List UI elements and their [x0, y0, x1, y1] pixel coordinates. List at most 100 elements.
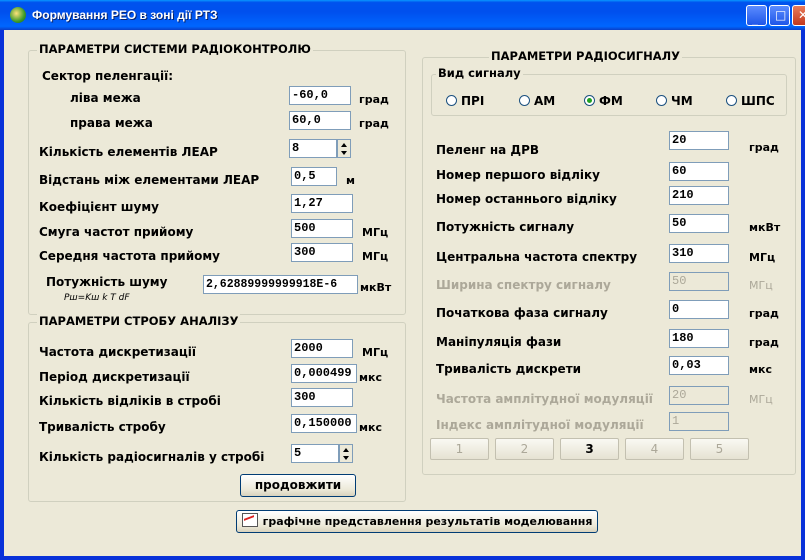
- radio-signals-count-spinner[interactable]: [339, 444, 353, 463]
- spectrum-width-unit: МГц: [749, 279, 773, 292]
- signal-3-button[interactable]: 3: [560, 438, 619, 460]
- radio-chm-dot: [656, 95, 667, 106]
- am-index-label: Індекс амплітудної модуляції: [436, 418, 644, 432]
- am-index-input[interactable]: 1: [669, 412, 729, 431]
- phase-manipulation-input[interactable]: 180: [669, 329, 729, 348]
- discrete-duration-unit: мкс: [749, 363, 772, 376]
- right-limit-label: права межа: [70, 116, 153, 130]
- signal-type-fm[interactable]: ФМ: [584, 94, 623, 108]
- radio-signal-group: ПАРАМЕТРИ РАДІОСИГНАЛУ: [422, 49, 796, 475]
- receive-band-unit: МГц: [362, 226, 389, 239]
- sampling-period-label: Період дискретизації: [39, 370, 190, 384]
- discrete-duration-label: Тривалість дискрети: [436, 362, 582, 376]
- radio-control-group-title: ПАРАМЕТРИ СИСТЕМИ РАДІОКОНТРОЛЮ: [37, 42, 313, 56]
- signal-type-am[interactable]: АМ: [519, 94, 555, 108]
- radio-am-dot: [519, 95, 530, 106]
- signal-type-chm-label: ЧМ: [671, 94, 693, 108]
- sampling-period-input[interactable]: 0,000499: [291, 364, 357, 383]
- app-icon: [10, 7, 26, 23]
- first-sample-label: Номер першого відліку: [436, 168, 600, 182]
- window-title: Формування РЕО в зоні дії РТЗ: [32, 8, 218, 22]
- sampling-freq-input[interactable]: 2000: [291, 339, 353, 358]
- center-freq-input[interactable]: 300: [291, 243, 353, 262]
- initial-phase-label: Початкова фаза сигналу: [436, 306, 608, 320]
- last-sample-input[interactable]: 210: [669, 186, 729, 205]
- strobe-samples-label: Кількість відліків в стробі: [39, 394, 221, 408]
- signal-1-button[interactable]: 1: [430, 438, 489, 460]
- close-icon: ✕: [798, 8, 805, 22]
- am-freq-unit: МГц: [749, 393, 773, 406]
- strobe-duration-label: Тривалість стробу: [39, 420, 166, 434]
- graph-results-label: графічне представлення результатів модел…: [262, 515, 593, 528]
- minimize-icon: _: [752, 12, 758, 26]
- strobe-group-title: ПАРАМЕТРИ СТРОБУ АНАЛІЗУ: [37, 314, 241, 328]
- first-sample-input[interactable]: 60: [669, 162, 729, 181]
- sampling-period-unit: мкс: [359, 371, 382, 384]
- initial-phase-input[interactable]: 0: [669, 300, 729, 319]
- title-bar[interactable]: Формування РЕО в зоні дії РТЗ _ □ ✕: [0, 0, 805, 30]
- bearing-input[interactable]: 20: [669, 131, 729, 150]
- spectrum-width-label: Ширина спектру сигналу: [436, 278, 611, 292]
- phase-manipulation-label: Маніпуляція фази: [436, 335, 562, 349]
- signal-power-unit: мкВт: [749, 221, 781, 234]
- elements-count-label: Кількість елементів ЛЕАР: [39, 145, 218, 159]
- main-window: Формування РЕО в зоні дії РТЗ _ □ ✕ ПАРА…: [0, 0, 805, 560]
- elements-count-input[interactable]: 8: [289, 139, 337, 158]
- receive-band-label: Смуга частот прийому: [39, 225, 194, 239]
- am-freq-label: Частота амплітудної модуляції: [436, 392, 653, 406]
- noise-power-label: Потужність шуму: [46, 275, 168, 289]
- radio-signal-group-title: ПАРАМЕТРИ РАДІОСИГНАЛУ: [489, 49, 683, 63]
- noise-coef-label: Коефіцієнт шуму: [39, 200, 159, 214]
- bearing-label: Пеленг на ДРВ: [436, 143, 540, 157]
- elements-distance-input[interactable]: 0,5: [291, 167, 337, 186]
- sampling-freq-unit: МГц: [362, 346, 389, 359]
- signal-type-chm[interactable]: ЧМ: [656, 94, 693, 108]
- left-limit-label: ліва межа: [70, 91, 141, 105]
- radio-signals-count-label: Кількість радіосигналів у стробі: [39, 450, 265, 464]
- chart-icon: [241, 513, 258, 527]
- close-button[interactable]: ✕: [792, 5, 805, 26]
- signal-2-button[interactable]: 2: [495, 438, 554, 460]
- graph-results-button[interactable]: графічне представлення результатів модел…: [236, 510, 598, 533]
- signal-type-pri-label: ПРІ: [461, 94, 485, 108]
- signal-type-pri[interactable]: ПРІ: [446, 94, 484, 108]
- spectrum-center-input[interactable]: 310: [669, 244, 729, 263]
- maximize-icon: □: [775, 8, 787, 22]
- spectrum-width-input[interactable]: 50: [669, 272, 729, 291]
- radio-shps-dot: [726, 95, 737, 106]
- signal-4-button[interactable]: 4: [625, 438, 684, 460]
- center-freq-unit: МГц: [362, 250, 389, 263]
- initial-phase-unit: град: [749, 307, 779, 320]
- bearing-unit: град: [749, 141, 779, 154]
- noise-power-input[interactable]: 2,62889999999918E-6: [203, 275, 358, 294]
- signal-5-button[interactable]: 5: [690, 438, 749, 460]
- last-sample-label: Номер останнього відліку: [436, 192, 617, 206]
- sector-label: Сектор пеленгації:: [42, 69, 173, 83]
- receive-band-input[interactable]: 500: [291, 219, 353, 238]
- am-freq-input[interactable]: 20: [669, 386, 729, 405]
- radio-signals-count-input[interactable]: 5: [291, 444, 339, 463]
- elements-distance-label: Відстань між елементами ЛЕАР: [39, 173, 260, 187]
- noise-coef-input[interactable]: 1,27: [291, 194, 353, 213]
- minimize-button[interactable]: _: [746, 5, 767, 26]
- signal-power-label: Потужність сигналу: [436, 220, 575, 234]
- phase-manipulation-unit: град: [749, 336, 779, 349]
- strobe-duration-input[interactable]: 0,150000: [291, 414, 357, 433]
- spin-down-icon: [341, 151, 347, 155]
- signal-type-shps[interactable]: ШПС: [726, 94, 775, 108]
- spectrum-center-unit: МГц: [749, 251, 776, 264]
- discrete-duration-input[interactable]: 0,03: [669, 356, 729, 375]
- center-freq-label: Середня частота прийому: [39, 249, 220, 263]
- radio-pri-dot: [446, 95, 457, 106]
- elements-count-spinner[interactable]: [337, 139, 351, 158]
- signal-type-fm-label: ФМ: [599, 94, 623, 108]
- right-limit-input[interactable]: 60,0: [289, 111, 351, 130]
- maximize-button[interactable]: □: [769, 5, 790, 26]
- sampling-freq-label: Частота дискретизації: [39, 345, 196, 359]
- noise-power-unit: мкВт: [360, 281, 392, 294]
- strobe-duration-unit: мкс: [359, 421, 382, 434]
- left-limit-input[interactable]: -60,0: [289, 86, 351, 105]
- strobe-samples-input[interactable]: 300: [291, 388, 353, 407]
- continue-button[interactable]: продовжити: [240, 474, 356, 497]
- signal-power-input[interactable]: 50: [669, 214, 729, 233]
